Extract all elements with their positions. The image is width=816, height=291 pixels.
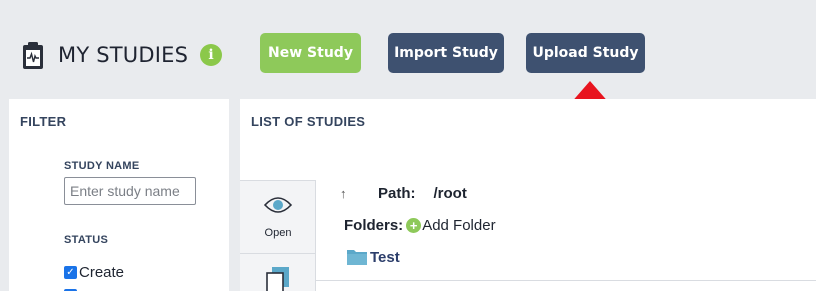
add-icon: + xyxy=(406,218,422,233)
new-study-button[interactable]: New Study xyxy=(260,33,361,73)
open-button[interactable]: Open xyxy=(240,181,316,254)
copy-icon[interactable] xyxy=(265,267,291,291)
list-toolbar: Open xyxy=(240,180,316,291)
study-list-panel: LIST OF STUDIES Open ↑ Path: /root Folde… xyxy=(240,99,816,291)
folders-label: Folders: xyxy=(344,217,404,234)
add-folder-button[interactable]: + Add Folder xyxy=(406,217,496,234)
filter-panel: FILTER STUDY NAME STATUS ✓ Create xyxy=(9,99,229,291)
divider xyxy=(316,280,816,281)
open-label: Open xyxy=(264,227,292,239)
clipboard-icon xyxy=(23,42,43,69)
up-arrow-icon[interactable]: ↑ xyxy=(340,186,354,201)
eye-icon xyxy=(264,197,292,213)
path-value: /root xyxy=(433,185,467,202)
filter-title: FILTER xyxy=(20,114,67,129)
add-folder-label: Add Folder xyxy=(422,217,496,234)
import-study-button[interactable]: Import Study xyxy=(388,33,504,73)
path-label: Path: xyxy=(378,185,416,202)
status-create-label: Create xyxy=(79,264,125,281)
status-create-checkbox[interactable]: ✓ Create xyxy=(64,264,124,281)
path-row: ↑ Path: /root xyxy=(340,185,467,202)
upload-study-button[interactable]: Upload Study xyxy=(526,33,645,73)
checkbox-checked-icon[interactable]: ✓ xyxy=(64,266,77,279)
page-header: MY STUDIES i New Study Import Study Uplo… xyxy=(0,0,816,166)
study-name-input[interactable] xyxy=(64,177,196,205)
folder-name: Test xyxy=(370,248,400,266)
folder-item[interactable]: Test xyxy=(346,248,400,266)
page-title: MY STUDIES xyxy=(58,43,189,67)
info-icon[interactable]: i xyxy=(200,44,222,66)
status-label: STATUS xyxy=(64,234,109,246)
study-name-label: STUDY NAME xyxy=(64,160,140,172)
list-title: LIST OF STUDIES xyxy=(251,114,366,129)
folders-row: Folders: + Add Folder xyxy=(344,217,496,234)
folder-icon xyxy=(347,250,367,265)
